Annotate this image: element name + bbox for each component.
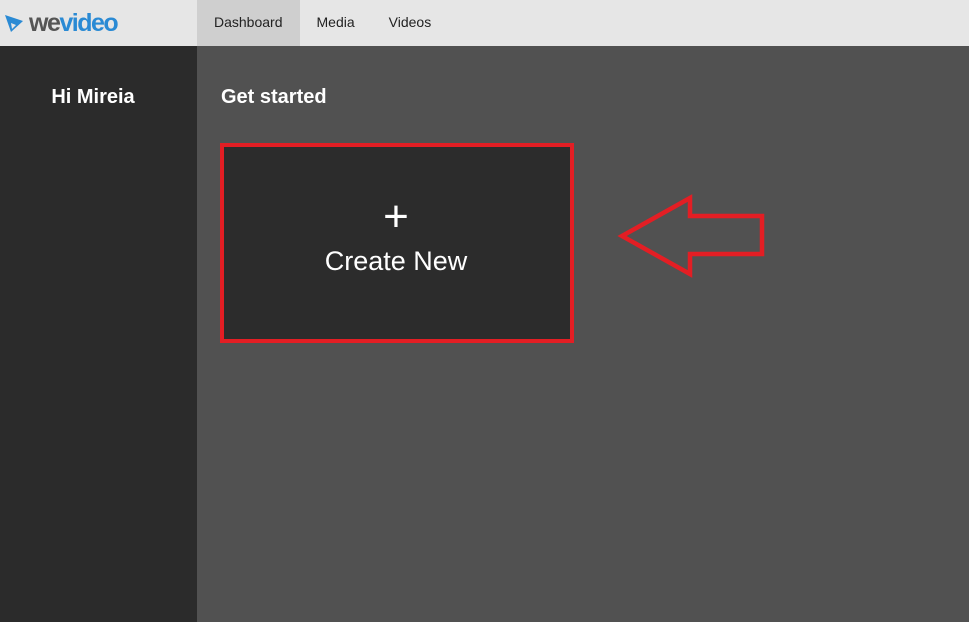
tab-videos[interactable]: Videos: [372, 0, 449, 46]
logo-wordmark: wevideo: [29, 8, 119, 38]
user-greeting: Hi Mireia: [51, 86, 135, 108]
logo-we: we: [29, 9, 61, 37]
sidebar: Hi Mireia: [0, 46, 197, 622]
create-new-label: Create New: [324, 246, 468, 276]
arrow-left-icon: [617, 194, 765, 278]
tab-dashboard[interactable]: Dashboard: [197, 0, 300, 46]
main-nav: Dashboard Media Videos: [197, 0, 448, 46]
wevideo-logo[interactable]: wevideo: [4, 8, 119, 38]
tab-media[interactable]: Media: [300, 0, 372, 46]
logo-video: video: [59, 9, 118, 37]
plus-icon: +: [383, 192, 409, 241]
main-content: Get started + Create New: [197, 46, 969, 622]
create-new-button[interactable]: + Create New: [222, 145, 570, 339]
section-title: Get started: [221, 86, 327, 108]
play-triangle-icon: [5, 15, 23, 32]
top-navigation-bar: wevideo Dashboard Media Videos: [0, 0, 969, 46]
